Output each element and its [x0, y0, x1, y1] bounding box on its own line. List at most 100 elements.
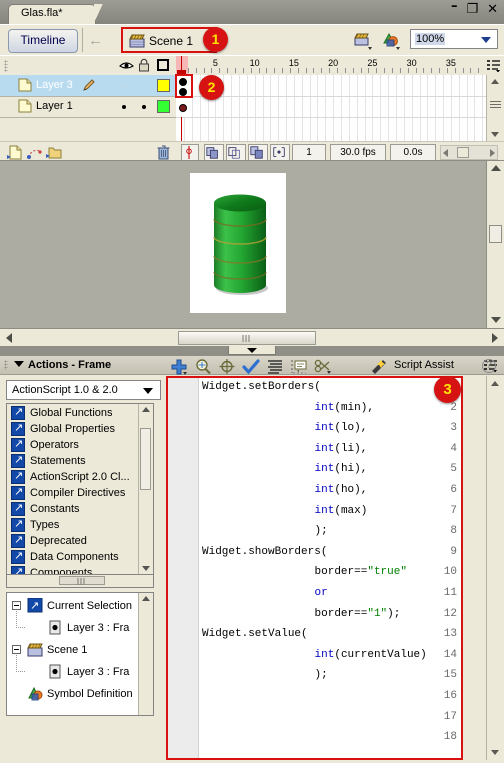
timeline-ruler[interactable]: 15101520253035 — [176, 56, 486, 76]
current-frame-field[interactable]: 1 — [292, 144, 326, 161]
minimize-icon[interactable]: – — [451, 0, 458, 13]
edit-scene-icon[interactable] — [353, 31, 373, 50]
frame-cell[interactable] — [301, 75, 303, 141]
script-navigator-tree[interactable]: ↗ Current Selection Layer 3 : Fra Scene 1 La… — [6, 592, 154, 716]
add-motion-guide-icon[interactable] — [26, 145, 43, 160]
code-line[interactable]: Widget.showBorders( — [202, 546, 327, 558]
navigator-tree-item[interactable]: Symbol Definition — [7, 683, 137, 705]
new-layer-icon[interactable] — [6, 145, 23, 160]
find-icon[interactable] — [194, 358, 212, 375]
frame-cell[interactable] — [341, 75, 342, 141]
frame-cell[interactable] — [278, 75, 280, 141]
edit-symbol-icon[interactable] — [381, 31, 401, 50]
outline-icon[interactable] — [157, 59, 169, 71]
layer-row[interactable]: Layer 3 — [0, 75, 176, 97]
category-tree-item[interactable]: Components — [7, 565, 139, 574]
help-icon[interactable]: ? — [482, 359, 496, 373]
script-editor-highlight[interactable]: 1Widget.setBorders(2int(min),3int(lo),4i… — [166, 376, 463, 760]
category-tree-scrollbar[interactable] — [138, 404, 153, 574]
panel-collapse-handle[interactable] — [228, 346, 276, 355]
frame-cell[interactable] — [286, 75, 288, 141]
category-tree-item[interactable]: Statements — [7, 453, 139, 469]
back-arrow-icon[interactable]: ← — [88, 33, 110, 48]
code-line[interactable]: int(max) — [315, 505, 368, 517]
timeline-options-menu-icon[interactable] — [487, 59, 501, 72]
frame-cell[interactable] — [372, 75, 374, 141]
frame-cell[interactable] — [443, 75, 445, 141]
frame-cell[interactable] — [419, 75, 421, 141]
frame-cell[interactable] — [270, 75, 272, 141]
script-assist-wand-icon[interactable] — [368, 358, 390, 375]
navigator-tree-item[interactable]: Scene 1 — [7, 639, 137, 661]
code-line[interactable]: border=="true" — [315, 566, 407, 578]
green-cylinder-artwork[interactable] — [212, 192, 268, 296]
category-tree-hscrollbar[interactable] — [6, 575, 154, 588]
code-line[interactable]: Widget.setBorders( — [202, 381, 321, 393]
category-tree-item[interactable]: Operators — [7, 437, 139, 453]
code-line[interactable]: int(currentValue) — [315, 649, 427, 661]
code-line[interactable]: ); — [315, 669, 328, 681]
timeline-vertical-scrollbar[interactable] — [486, 75, 504, 141]
visibility-dot[interactable] — [122, 105, 126, 109]
category-tree-item[interactable]: Global Properties — [7, 421, 139, 437]
document-tab[interactable]: Glas.fla* — [8, 4, 104, 24]
close-icon[interactable]: ✕ — [487, 3, 498, 16]
frame-cell[interactable] — [293, 75, 295, 141]
code-line[interactable]: int(ho), — [315, 484, 368, 496]
frame-cell[interactable] — [246, 75, 248, 141]
frame-cell[interactable] — [356, 75, 358, 141]
code-line[interactable]: border=="1"); — [315, 608, 401, 620]
insert-target-path-icon[interactable] — [218, 358, 236, 375]
category-tree-item[interactable]: Global Functions — [7, 405, 139, 421]
code-line[interactable]: ); — [315, 525, 328, 537]
zoom-combobox[interactable]: 100% — [410, 29, 498, 49]
code-line[interactable]: or — [315, 587, 328, 599]
category-tree-item[interactable]: Data Components — [7, 549, 139, 565]
frame-cell[interactable] — [466, 75, 468, 141]
frame-cell[interactable] — [364, 75, 366, 141]
frame-cell[interactable] — [395, 75, 397, 141]
frame-cell[interactable] — [231, 75, 233, 141]
frame-cell[interactable] — [262, 75, 264, 141]
frame-cell[interactable] — [309, 75, 311, 141]
script-editor-scrollbar[interactable] — [486, 376, 504, 760]
frame-cell[interactable] — [450, 75, 452, 141]
actionscript-version-select[interactable]: ActionScript 1.0 & 2.0 — [6, 380, 161, 400]
lock-icon[interactable] — [138, 58, 150, 72]
eye-icon[interactable] — [119, 59, 134, 71]
lock-dot[interactable] — [142, 105, 146, 109]
category-tree-item[interactable]: Compiler Directives — [7, 485, 139, 501]
check-syntax-icon[interactable] — [242, 358, 260, 375]
fps-field[interactable]: 30.0 fps — [330, 144, 386, 161]
actions-category-tree[interactable]: Global Functions Global Properties Operato… — [6, 403, 154, 575]
frame-cell[interactable] — [427, 75, 429, 141]
timeline-button[interactable]: Timeline — [8, 29, 78, 53]
add-statement-icon[interactable] — [170, 358, 188, 375]
frame-cell[interactable] — [411, 75, 413, 141]
stage-area[interactable] — [0, 160, 504, 329]
frame-cell[interactable] — [403, 75, 405, 141]
scrollbar-thumb[interactable] — [178, 331, 316, 345]
frame-cell[interactable] — [238, 75, 240, 141]
script-assist-label[interactable]: Script Assist — [394, 359, 454, 371]
visibility-dot[interactable] — [122, 84, 126, 88]
frame-cell[interactable] — [474, 75, 476, 141]
debug-options-icon[interactable] — [314, 358, 332, 375]
frame-cell[interactable] — [482, 75, 484, 141]
collapse-triangle-icon[interactable] — [14, 361, 24, 367]
frame-cell[interactable] — [380, 75, 382, 141]
new-folder-icon[interactable] — [46, 145, 63, 160]
navigator-scrollbar[interactable] — [138, 593, 153, 715]
frame-cell[interactable] — [317, 75, 319, 141]
restore-icon[interactable]: ❐ — [466, 3, 478, 16]
frame-cell[interactable] — [458, 75, 460, 141]
auto-format-icon[interactable] — [266, 358, 284, 375]
panel-grip[interactable] — [4, 360, 8, 370]
frame-cell[interactable] — [388, 75, 390, 141]
frame-cell[interactable] — [333, 75, 335, 141]
timeline-horizontal-scrollbar[interactable] — [440, 145, 498, 160]
expander-icon[interactable] — [12, 645, 21, 654]
code-line[interactable]: Widget.setValue( — [202, 628, 308, 640]
show-code-hint-icon[interactable] — [290, 358, 308, 375]
category-tree-item[interactable]: Types — [7, 517, 139, 533]
